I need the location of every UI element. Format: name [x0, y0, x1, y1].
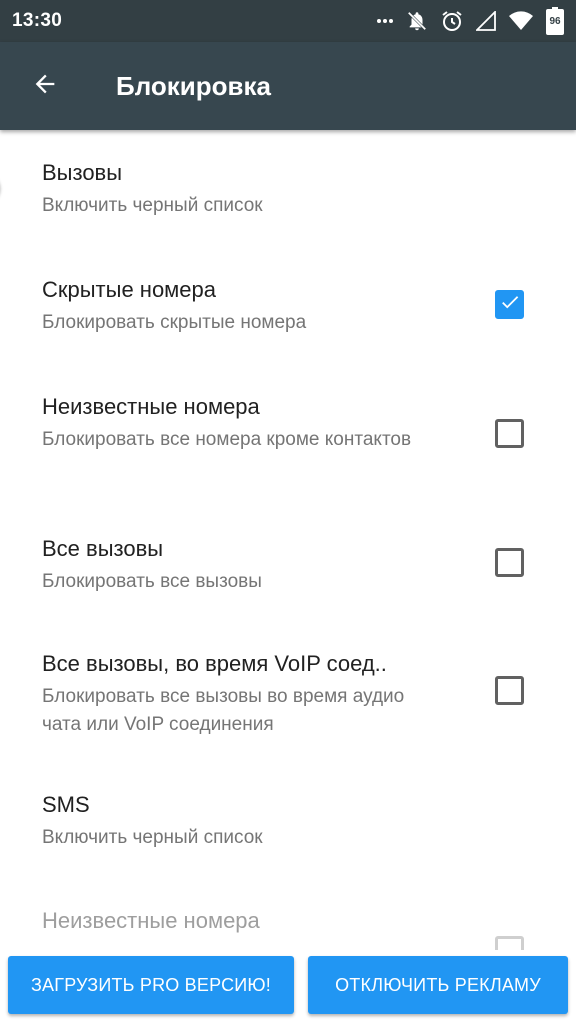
get-pro-button[interactable]: ЗАГРУЗИТЬ PRO ВЕРСИЮ! [8, 956, 294, 1014]
unknown-numbers-sms-checkbox [495, 936, 524, 950]
setting-text: Все вызовы, во время VoIP соед.. Блокиро… [42, 649, 452, 739]
setting-calls[interactable]: Вызовы Включить черный список [0, 158, 576, 258]
setting-text: Неизвестные номера Блокировать все номер… [42, 392, 452, 454]
signal-icon [476, 11, 496, 31]
app-bar: Блокировка [0, 42, 576, 130]
setting-subtitle: Блокировать скрытые номера [42, 312, 307, 333]
setting-voip-calls[interactable]: Все вызовы, во время VoIP соед.. Блокиро… [0, 649, 576, 779]
voip-calls-checkbox[interactable] [495, 676, 524, 705]
setting-title: Скрытые номера [42, 277, 217, 302]
status-icons: 96 [376, 7, 564, 35]
settings-list: Вызовы Включить черный список Скрытые но… [0, 130, 576, 950]
setting-hidden-numbers[interactable]: Скрытые номера Блокировать скрытые номер… [0, 275, 576, 375]
more-icon [376, 12, 394, 30]
setting-sms[interactable]: SMS Включить черный список [0, 790, 576, 890]
setting-unknown-numbers[interactable]: Неизвестные номера Блокировать все номер… [0, 392, 576, 522]
setting-subtitle: Включить черный список [42, 195, 263, 216]
setting-text: Все вызовы Блокировать все вызовы [42, 534, 452, 596]
bell-off-icon [406, 10, 428, 32]
bottom-bar: ЗАГРУЗИТЬ PRO ВЕРСИЮ! ОТКЛЮЧИТЬ РЕКЛАМУ [0, 950, 576, 1024]
status-bar: 13:30 96 [0, 0, 576, 42]
setting-title: SMS [42, 792, 90, 817]
status-time: 13:30 [12, 10, 63, 31]
page-title: Блокировка [116, 70, 271, 101]
checkmark-icon [499, 291, 521, 318]
setting-subtitle: Блокировать все номера кроме контактов [42, 429, 412, 450]
setting-text: Неизвестные номера [42, 906, 452, 936]
setting-subtitle: Блокировать все вызовы [42, 571, 262, 592]
disable-ads-button[interactable]: ОТКЛЮЧИТЬ РЕКЛАМУ [308, 956, 568, 1014]
setting-title: Неизвестные номера [42, 394, 260, 419]
back-button[interactable] [0, 42, 90, 130]
arrow-back-icon [31, 70, 59, 103]
battery-percent: 96 [549, 16, 561, 27]
setting-title: Все вызовы, во время VoIP соед.. [42, 651, 387, 676]
setting-text: Скрытые номера Блокировать скрытые номер… [42, 275, 452, 337]
setting-unknown-numbers-sms: Неизвестные номера [0, 906, 576, 950]
setting-title: Неизвестные номера [42, 908, 260, 933]
setting-subtitle: Включить черный список [42, 827, 263, 848]
setting-subtitle: Блокировать все вызовы во время аудио ча… [42, 686, 405, 735]
setting-all-calls[interactable]: Все вызовы Блокировать все вызовы [0, 534, 576, 634]
setting-text: Вызовы Включить черный список [42, 158, 452, 220]
hidden-numbers-checkbox[interactable] [495, 290, 524, 319]
wifi-icon [508, 10, 534, 32]
unknown-numbers-checkbox[interactable] [495, 419, 524, 448]
setting-title: Вызовы [42, 160, 123, 185]
alarm-icon [440, 9, 464, 33]
all-calls-checkbox[interactable] [495, 548, 524, 577]
setting-text: SMS Включить черный список [42, 790, 452, 852]
battery-icon: 96 [546, 7, 564, 35]
setting-title: Все вызовы [42, 536, 164, 561]
